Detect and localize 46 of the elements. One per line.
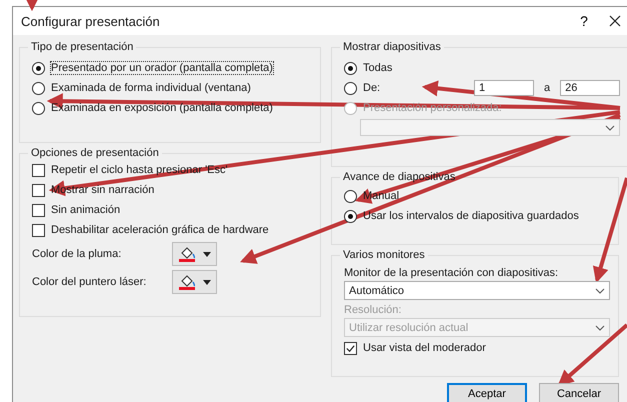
radio-button[interactable] [32,102,45,114]
radio-button[interactable] [32,62,45,74]
radio-label: Examinada en exposición (pantalla completa) [51,102,273,114]
monitor-dropdown[interactable]: Automático [344,281,610,300]
radio-label: Presentado por un orador (pantalla completa) [51,62,273,74]
group-title: Varios monitores [342,249,426,261]
radio-label: De: [363,82,382,94]
chevron-down-icon [595,288,605,294]
annotation-arrow [24,0,40,12]
radio-button[interactable] [344,190,357,202]
checkbox-label: Usar vista del moderador [363,342,486,354]
color-picker-button[interactable] [172,242,217,266]
field-label: Monitor de la presentación con diapositivas: [344,267,560,279]
caret-icon [203,252,211,256]
checkbox-label: Sin animación [51,204,120,216]
spin-field[interactable]: 1 [474,80,534,96]
radio-button[interactable] [344,62,357,74]
field-label: Resolución: [344,304,402,316]
close-icon[interactable] [609,15,621,27]
checkbox[interactable] [32,164,45,176]
checkbox[interactable] [344,342,357,354]
accept-button[interactable]: Aceptar [447,383,527,402]
checkbox-label: Deshabilitar aceleración gráfica de hardware [51,224,269,236]
chevron-down-icon [605,124,616,130]
radio-label: Usar los intervalos de diapositiva guardados [363,210,579,222]
caret-icon [203,280,211,284]
cancel-button[interactable]: Cancelar [539,383,619,402]
radio-label: Todas [363,62,392,74]
range-label: a [544,82,550,94]
color-label: Color del puntero láser: [32,276,148,288]
group-title: Opciones de presentación [30,147,160,159]
group-title: Mostrar diapositivas [342,41,442,53]
radio-button[interactable] [32,82,45,94]
spin-field[interactable]: 26 [560,80,620,96]
checkbox[interactable] [32,184,45,196]
window-title: Configurar presentación [21,14,161,28]
checkbox[interactable] [32,204,45,216]
checkbox[interactable] [32,224,45,236]
radio-label: Examinada de forma individual (ventana) [51,82,251,94]
help-button[interactable]: ? [569,12,599,30]
group-title: Tipo de presentación [30,41,134,53]
radio-button[interactable] [344,210,357,222]
chevron-down-icon [595,324,605,330]
radio-button[interactable] [344,82,357,94]
color-label: Color de la pluma: [32,248,122,260]
color-picker-button[interactable] [172,270,217,294]
